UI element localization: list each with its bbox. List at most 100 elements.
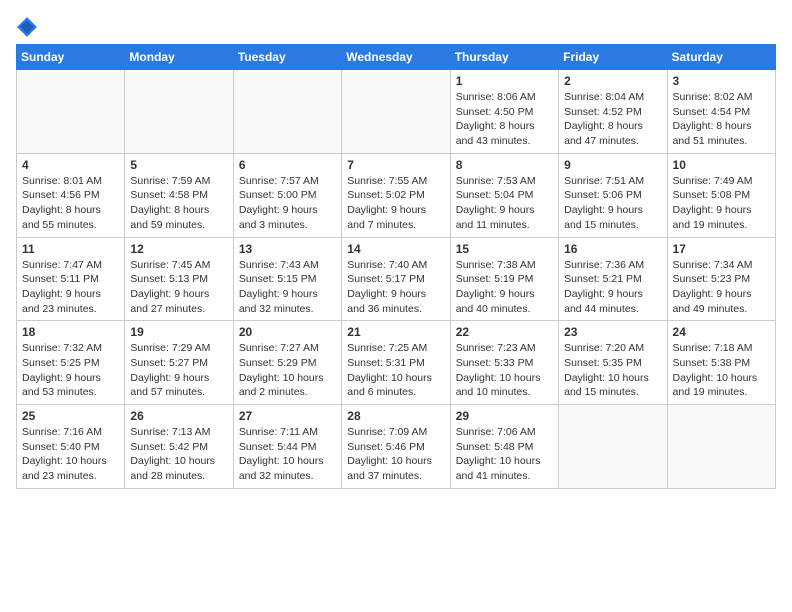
day-info: Sunrise: 7:49 AMSunset: 5:08 PMDaylight:… [673, 174, 770, 233]
day-info: Sunrise: 7:47 AMSunset: 5:11 PMDaylight:… [22, 258, 119, 317]
day-info: Sunrise: 7:38 AMSunset: 5:19 PMDaylight:… [456, 258, 553, 317]
day-info: Sunrise: 7:36 AMSunset: 5:21 PMDaylight:… [564, 258, 661, 317]
day-number: 20 [239, 325, 336, 339]
day-number: 14 [347, 242, 444, 256]
column-header-wednesday: Wednesday [342, 45, 450, 70]
day-number: 16 [564, 242, 661, 256]
day-number: 13 [239, 242, 336, 256]
day-number: 9 [564, 158, 661, 172]
column-header-monday: Monday [125, 45, 233, 70]
calendar-cell: 29 Sunrise: 7:06 AMSunset: 5:48 PMDayligh… [450, 405, 558, 489]
page-header [16, 16, 776, 38]
day-info: Sunrise: 7:06 AMSunset: 5:48 PMDaylight:… [456, 425, 553, 484]
calendar-cell: 5 Sunrise: 7:59 AMSunset: 4:58 PMDaylight… [125, 153, 233, 237]
day-info: Sunrise: 7:25 AMSunset: 5:31 PMDaylight:… [347, 341, 444, 400]
calendar-cell: 16 Sunrise: 7:36 AMSunset: 5:21 PMDayligh… [559, 237, 667, 321]
day-number: 19 [130, 325, 227, 339]
calendar-cell: 21 Sunrise: 7:25 AMSunset: 5:31 PMDayligh… [342, 321, 450, 405]
day-info: Sunrise: 7:34 AMSunset: 5:23 PMDaylight:… [673, 258, 770, 317]
calendar-week-row: 11 Sunrise: 7:47 AMSunset: 5:11 PMDayligh… [17, 237, 776, 321]
column-header-sunday: Sunday [17, 45, 125, 70]
day-info: Sunrise: 7:16 AMSunset: 5:40 PMDaylight:… [22, 425, 119, 484]
calendar-cell: 7 Sunrise: 7:55 AMSunset: 5:02 PMDaylight… [342, 153, 450, 237]
day-number: 29 [456, 409, 553, 423]
day-info: Sunrise: 7:11 AMSunset: 5:44 PMDaylight:… [239, 425, 336, 484]
day-number: 11 [22, 242, 119, 256]
day-number: 1 [456, 74, 553, 88]
day-info: Sunrise: 7:18 AMSunset: 5:38 PMDaylight:… [673, 341, 770, 400]
calendar-cell: 17Sunrise: 7:34 AMSunset: 5:23 PMDayligh… [667, 237, 775, 321]
day-number: 15 [456, 242, 553, 256]
day-number: 8 [456, 158, 553, 172]
calendar-cell [342, 70, 450, 154]
day-info: Sunrise: 7:27 AMSunset: 5:29 PMDaylight:… [239, 341, 336, 400]
day-number: 4 [22, 158, 119, 172]
calendar-week-row: 25 Sunrise: 7:16 AMSunset: 5:40 PMDayligh… [17, 405, 776, 489]
column-header-friday: Friday [559, 45, 667, 70]
day-info: Sunrise: 7:23 AMSunset: 5:33 PMDaylight:… [456, 341, 553, 400]
day-number: 24 [673, 325, 770, 339]
day-info: Sunrise: 7:13 AMSunset: 5:42 PMDaylight:… [130, 425, 227, 484]
day-number: 27 [239, 409, 336, 423]
day-info: Sunrise: 7:20 AMSunset: 5:35 PMDaylight:… [564, 341, 661, 400]
calendar-cell: 25 Sunrise: 7:16 AMSunset: 5:40 PMDayligh… [17, 405, 125, 489]
day-number: 18 [22, 325, 119, 339]
day-number: 23 [564, 325, 661, 339]
column-header-saturday: Saturday [667, 45, 775, 70]
calendar-cell: 12Sunrise: 7:45 AMSunset: 5:13 PMDayligh… [125, 237, 233, 321]
calendar-cell: 2Sunrise: 8:04 AMSunset: 4:52 PMDaylight… [559, 70, 667, 154]
calendar-cell: 13 Sunrise: 7:43 AMSunset: 5:15 PMDayligh… [233, 237, 341, 321]
calendar-cell: 1 Sunrise: 8:06 AMSunset: 4:50 PMDaylight… [450, 70, 558, 154]
calendar-week-row: 4 Sunrise: 8:01 AMSunset: 4:56 PMDaylight… [17, 153, 776, 237]
calendar-cell: 26 Sunrise: 7:13 AMSunset: 5:42 PMDayligh… [125, 405, 233, 489]
day-info: Sunrise: 8:02 AMSunset: 4:54 PMDaylight:… [673, 90, 770, 149]
logo-icon [16, 16, 38, 38]
day-info: Sunrise: 7:51 AMSunset: 5:06 PMDaylight:… [564, 174, 661, 233]
day-info: Sunrise: 8:01 AMSunset: 4:56 PMDaylight:… [22, 174, 119, 233]
calendar-cell [233, 70, 341, 154]
calendar-table: SundayMondayTuesdayWednesdayThursdayFrid… [16, 44, 776, 489]
day-number: 26 [130, 409, 227, 423]
day-info: Sunrise: 8:06 AMSunset: 4:50 PMDaylight:… [456, 90, 553, 149]
calendar-cell: 20 Sunrise: 7:27 AMSunset: 5:29 PMDayligh… [233, 321, 341, 405]
day-number: 3 [673, 74, 770, 88]
calendar-week-row: 1 Sunrise: 8:06 AMSunset: 4:50 PMDaylight… [17, 70, 776, 154]
day-number: 22 [456, 325, 553, 339]
day-info: Sunrise: 7:57 AMSunset: 5:00 PMDaylight:… [239, 174, 336, 233]
day-info: Sunrise: 7:32 AMSunset: 5:25 PMDaylight:… [22, 341, 119, 400]
day-info: Sunrise: 7:43 AMSunset: 5:15 PMDaylight:… [239, 258, 336, 317]
calendar-cell: 11 Sunrise: 7:47 AMSunset: 5:11 PMDayligh… [17, 237, 125, 321]
calendar-header-row: SundayMondayTuesdayWednesdayThursdayFrid… [17, 45, 776, 70]
calendar-cell: 3 Sunrise: 8:02 AMSunset: 4:54 PMDaylight… [667, 70, 775, 154]
calendar-cell [559, 405, 667, 489]
calendar-cell: 10Sunrise: 7:49 AMSunset: 5:08 PMDayligh… [667, 153, 775, 237]
calendar-cell: 28 Sunrise: 7:09 AMSunset: 5:46 PMDayligh… [342, 405, 450, 489]
day-number: 25 [22, 409, 119, 423]
day-info: Sunrise: 7:55 AMSunset: 5:02 PMDaylight:… [347, 174, 444, 233]
day-info: Sunrise: 7:09 AMSunset: 5:46 PMDaylight:… [347, 425, 444, 484]
day-number: 12 [130, 242, 227, 256]
calendar-cell: 19 Sunrise: 7:29 AMSunset: 5:27 PMDayligh… [125, 321, 233, 405]
day-number: 5 [130, 158, 227, 172]
day-number: 2 [564, 74, 661, 88]
day-number: 21 [347, 325, 444, 339]
day-info: Sunrise: 7:29 AMSunset: 5:27 PMDaylight:… [130, 341, 227, 400]
calendar-cell: 18 Sunrise: 7:32 AMSunset: 5:25 PMDayligh… [17, 321, 125, 405]
calendar-cell [17, 70, 125, 154]
column-header-thursday: Thursday [450, 45, 558, 70]
day-info: Sunrise: 7:59 AMSunset: 4:58 PMDaylight:… [130, 174, 227, 233]
calendar-cell: 8 Sunrise: 7:53 AMSunset: 5:04 PMDaylight… [450, 153, 558, 237]
calendar-cell: 9 Sunrise: 7:51 AMSunset: 5:06 PMDaylight… [559, 153, 667, 237]
calendar-cell: 22 Sunrise: 7:23 AMSunset: 5:33 PMDayligh… [450, 321, 558, 405]
calendar-cell: 23 Sunrise: 7:20 AMSunset: 5:35 PMDayligh… [559, 321, 667, 405]
calendar-cell: 6Sunrise: 7:57 AMSunset: 5:00 PMDaylight… [233, 153, 341, 237]
calendar-cell: 4 Sunrise: 8:01 AMSunset: 4:56 PMDaylight… [17, 153, 125, 237]
logo [16, 16, 42, 38]
calendar-week-row: 18 Sunrise: 7:32 AMSunset: 5:25 PMDayligh… [17, 321, 776, 405]
calendar-cell: 27 Sunrise: 7:11 AMSunset: 5:44 PMDayligh… [233, 405, 341, 489]
day-number: 28 [347, 409, 444, 423]
day-info: Sunrise: 7:53 AMSunset: 5:04 PMDaylight:… [456, 174, 553, 233]
calendar-cell: 15 Sunrise: 7:38 AMSunset: 5:19 PMDayligh… [450, 237, 558, 321]
day-info: Sunrise: 7:40 AMSunset: 5:17 PMDaylight:… [347, 258, 444, 317]
day-number: 7 [347, 158, 444, 172]
